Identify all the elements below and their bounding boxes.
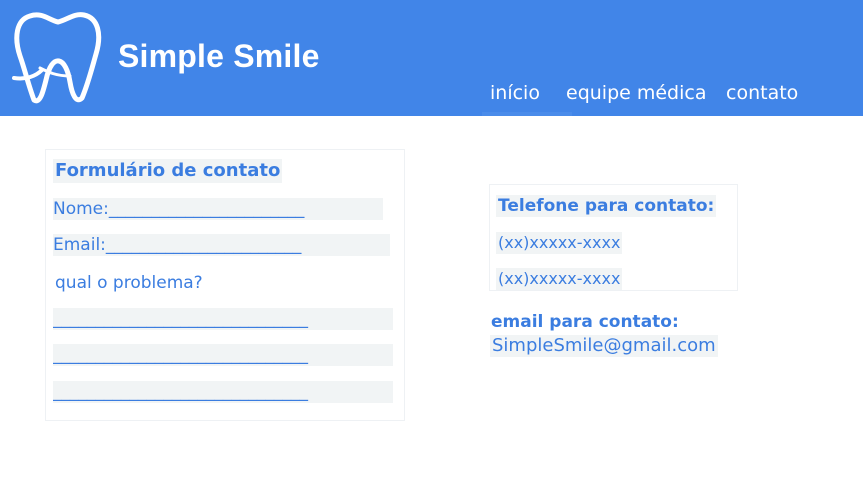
problem-line-1[interactable]: ______________________________ (53, 308, 393, 330)
contact-email: SimpleSmile@gmail.com (490, 335, 718, 357)
active-nav-indicator (482, 112, 572, 116)
form-title: Formulário de contato (53, 159, 283, 183)
email-title: email para contato: (491, 312, 679, 332)
site-header: Simple Smile início equipe médica contat… (0, 0, 863, 116)
phone-title: Telefone para contato: (496, 195, 717, 217)
phone-number-1: (xx)xxxxx-xxxx (496, 232, 623, 254)
name-field[interactable]: Nome:_______________________ (53, 198, 383, 220)
nav-contact-link[interactable]: contato (726, 82, 798, 104)
phone-number-2: (xx)xxxxx-xxxx (496, 268, 623, 290)
tooth-icon (12, 12, 102, 104)
site-title: Simple Smile (118, 38, 320, 74)
problem-line-2[interactable]: ______________________________ (53, 344, 393, 366)
nav-home-link[interactable]: início (490, 82, 540, 104)
email-field[interactable]: Email:_______________________ (53, 234, 390, 256)
problem-label: qual o problema? (55, 273, 203, 293)
problem-line-3[interactable]: ______________________________ (53, 381, 393, 403)
nav-medical-team-link[interactable]: equipe médica (566, 82, 707, 104)
